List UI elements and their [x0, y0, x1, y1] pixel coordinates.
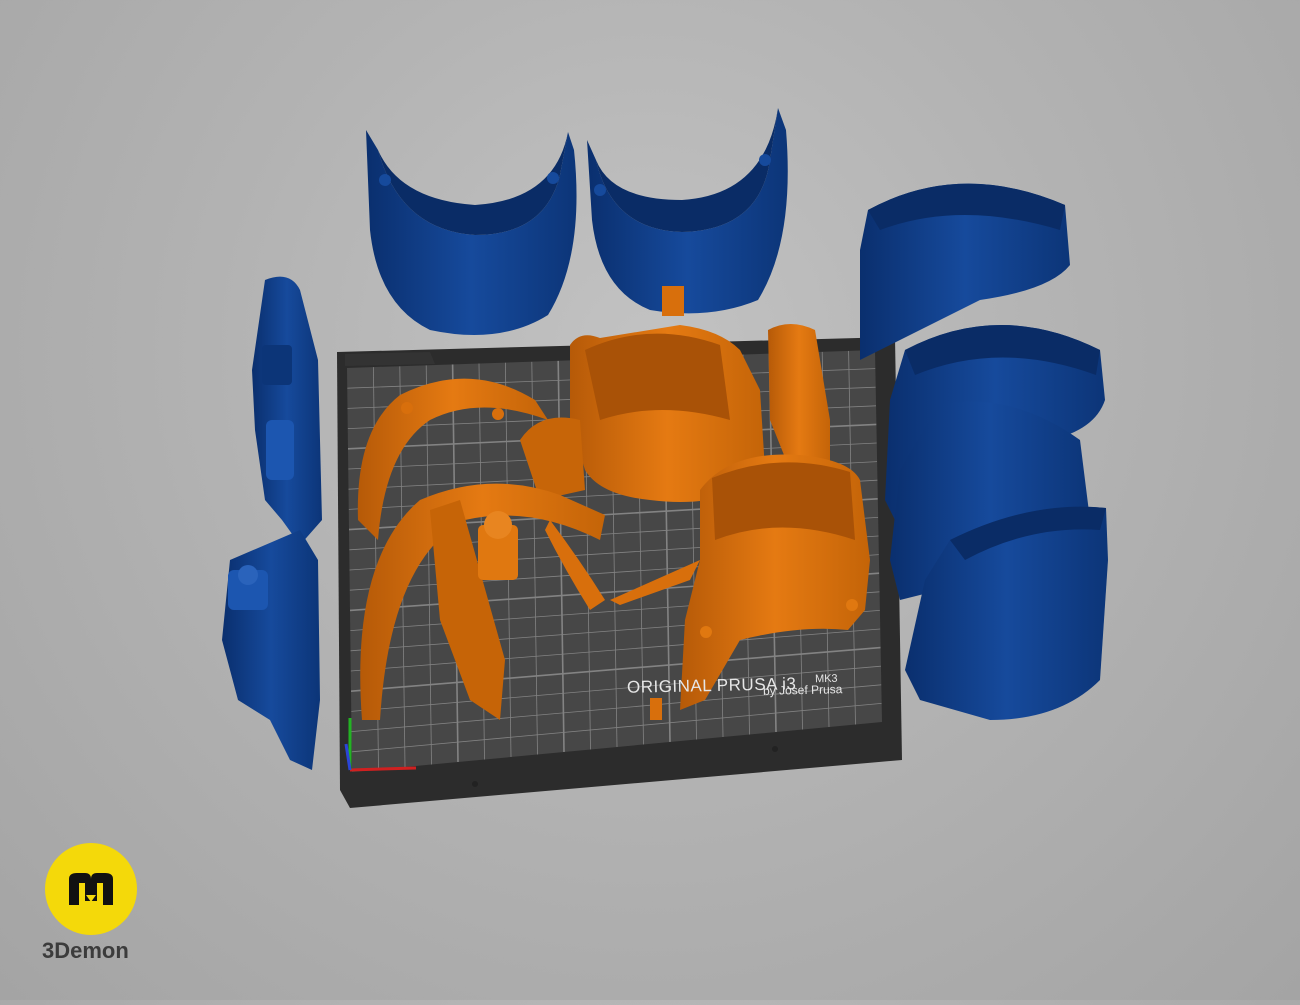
logo-glyph — [69, 873, 113, 905]
model-armor-left-lower[interactable] — [222, 530, 320, 770]
bed-corner — [345, 352, 435, 366]
bed-brand-subtitle: by Josef Prusa — [762, 682, 843, 698]
3demon-logo-icon — [45, 843, 137, 935]
model-shell-top-left[interactable] — [366, 130, 577, 335]
bed-hole — [772, 746, 778, 752]
x-axis-indicator — [349, 766, 417, 772]
3d-viewport[interactable]: ORIGINAL PRUSA i3 MK3 by Josef Prusa — [0, 0, 1300, 1000]
brand-name: 3Demon — [42, 938, 129, 963]
scene-svg[interactable] — [0, 0, 1300, 1000]
bed-hole — [472, 781, 478, 787]
model-armor-left-upper[interactable] — [252, 276, 322, 545]
model-shell-top-middle[interactable] — [587, 108, 788, 314]
